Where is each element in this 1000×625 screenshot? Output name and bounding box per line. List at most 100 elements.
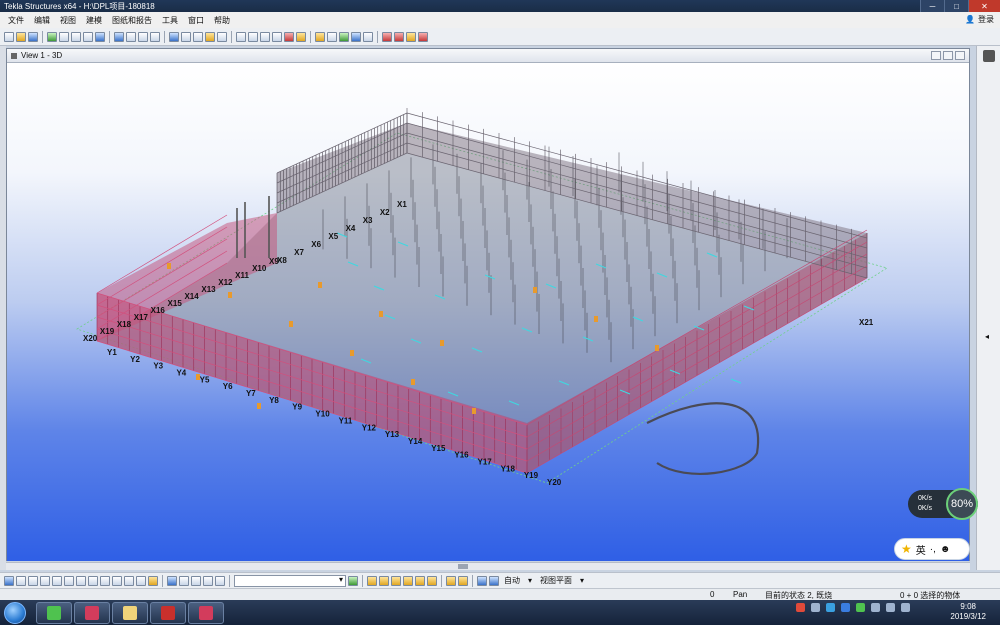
wechat-tray-icon[interactable]: [856, 603, 865, 612]
report-icon[interactable]: [363, 31, 373, 42]
select-rebar-icon[interactable]: [100, 575, 110, 586]
select-bolts-icon[interactable]: [88, 575, 98, 586]
menu-tools[interactable]: 工具: [157, 15, 183, 26]
close-button[interactable]: ✕: [968, 0, 1000, 12]
settings-icon[interactable]: [418, 31, 428, 42]
view-cube-icon[interactable]: [983, 50, 995, 62]
menu-file[interactable]: 文件: [3, 15, 29, 26]
properties-icon[interactable]: [138, 31, 148, 42]
start-button[interactable]: [4, 602, 26, 624]
clash-icon[interactable]: [394, 31, 404, 42]
snap-perpendicular-icon[interactable]: [215, 575, 225, 586]
select-views-icon[interactable]: [76, 575, 86, 586]
snap-end-icon[interactable]: [167, 575, 177, 586]
view-icon[interactable]: [114, 31, 124, 42]
grid-icon[interactable]: [169, 31, 179, 42]
copy-icon[interactable]: [59, 31, 69, 42]
filter-icon[interactable]: [406, 31, 416, 42]
view-plane-icon[interactable]: [489, 575, 499, 586]
snap-free-icon[interactable]: [427, 575, 437, 586]
select-grid-icon[interactable]: [40, 575, 50, 586]
snap-mid-icon[interactable]: [179, 575, 189, 586]
scrollbar-thumb[interactable]: [458, 564, 468, 569]
network-monitor-widget[interactable]: 0K/s 0K/s 80%: [908, 488, 978, 520]
rotate-icon[interactable]: [272, 31, 282, 42]
view-close-button[interactable]: [955, 51, 965, 60]
shield-icon[interactable]: [826, 603, 835, 612]
snap-line-icon[interactable]: [367, 575, 377, 586]
view-minimize-button[interactable]: [931, 51, 941, 60]
horizontal-scrollbar[interactable]: [6, 562, 970, 570]
login-button[interactable]: 👤 登录: [965, 14, 994, 25]
column-icon[interactable]: [193, 31, 203, 42]
undo-icon[interactable]: [47, 31, 57, 42]
taskbar-clock[interactable]: 9:08 2019/3/12: [950, 602, 986, 622]
flag-icon[interactable]: [871, 603, 880, 612]
antivirus-icon[interactable]: [796, 603, 805, 612]
plate-icon[interactable]: [205, 31, 215, 42]
snap-center-icon[interactable]: [191, 575, 201, 586]
new-icon[interactable]: [4, 31, 14, 42]
select-all-icon[interactable]: [4, 575, 14, 586]
snap-nearest-icon[interactable]: [403, 575, 413, 586]
move-icon[interactable]: [260, 31, 270, 42]
print-icon[interactable]: [83, 31, 93, 42]
chevron-down-icon[interactable]: ▾: [525, 576, 535, 585]
chevron-down-icon[interactable]: ▾: [577, 576, 587, 585]
open-icon[interactable]: [16, 31, 26, 42]
delete-icon[interactable]: [284, 31, 294, 42]
ime-toolbar[interactable]: ★ 英 ·, ☻: [894, 538, 970, 560]
select-reference-icon[interactable]: [148, 575, 158, 586]
component-icon[interactable]: [315, 31, 325, 42]
paste-icon[interactable]: [71, 31, 81, 42]
taskbar-wechat[interactable]: [36, 602, 72, 624]
menu-edit[interactable]: 编辑: [29, 15, 55, 26]
model-icon[interactable]: [95, 31, 105, 42]
taskbar-tekla[interactable]: [74, 602, 110, 624]
select-welds-icon[interactable]: [52, 575, 62, 586]
snap-arc-icon[interactable]: [379, 575, 389, 586]
menu-help[interactable]: 帮助: [209, 15, 235, 26]
select-parts-icon[interactable]: [16, 575, 26, 586]
numbering-icon[interactable]: [351, 31, 361, 42]
select-component-icon[interactable]: [124, 575, 134, 586]
zoom-icon[interactable]: [126, 31, 136, 42]
filter-settings-icon[interactable]: [348, 575, 358, 586]
save-icon[interactable]: [28, 31, 38, 42]
model-canvas[interactable]: X20 X19 X18 X17 X16 X15 X14 X13 X12 X11 X10 X9 X8 X7 X…: [7, 63, 969, 561]
snap-point-icon[interactable]: [391, 575, 401, 586]
plane-label[interactable]: 视图平面: [537, 575, 575, 586]
menu-window[interactable]: 窗口: [183, 15, 209, 26]
view-maximize-button[interactable]: [943, 51, 953, 60]
direction-icon[interactable]: [458, 575, 468, 586]
minimize-button[interactable]: ─: [920, 0, 944, 12]
catalog-icon[interactable]: [327, 31, 337, 42]
snap-any-icon[interactable]: [415, 575, 425, 586]
select-assembly-icon[interactable]: [136, 575, 146, 586]
menu-view[interactable]: 视图: [55, 15, 81, 26]
select-points-icon[interactable]: [28, 575, 38, 586]
bluetooth-icon[interactable]: [841, 603, 850, 612]
maximize-button[interactable]: □: [944, 0, 968, 12]
side-pane-expand-icon[interactable]: ◂: [985, 332, 989, 341]
menu-modeling[interactable]: 建模: [81, 15, 107, 26]
drawing-icon[interactable]: [382, 31, 392, 42]
snap-depth-label[interactable]: 自动: [501, 575, 523, 586]
beam-icon[interactable]: [181, 31, 191, 42]
network-icon[interactable]: [886, 603, 895, 612]
select-cuts-icon[interactable]: [64, 575, 74, 586]
work-plane-icon[interactable]: [477, 575, 487, 586]
select-icon[interactable]: [150, 31, 160, 42]
volume-icon[interactable]: [901, 603, 910, 612]
dimension-icon[interactable]: [248, 31, 258, 42]
snap-intersection-icon[interactable]: [203, 575, 213, 586]
ortho-icon[interactable]: [446, 575, 456, 586]
taskbar-tekla-active[interactable]: [188, 602, 224, 624]
weld-icon[interactable]: [296, 31, 306, 42]
keyboard-icon[interactable]: [811, 603, 820, 612]
taskbar-autocad[interactable]: [150, 602, 186, 624]
taskbar-explorer[interactable]: [112, 602, 148, 624]
check-icon[interactable]: [339, 31, 349, 42]
measure-icon[interactable]: [236, 31, 246, 42]
selection-filter-select[interactable]: [234, 574, 346, 587]
